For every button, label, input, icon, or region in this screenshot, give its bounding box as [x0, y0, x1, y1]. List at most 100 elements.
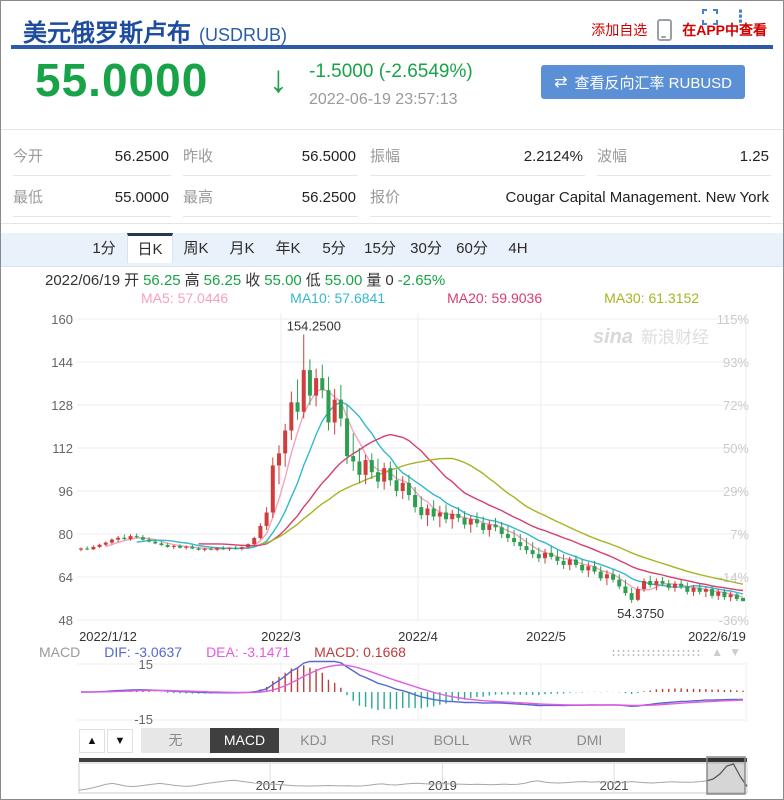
axis-label: 64 — [59, 570, 73, 585]
indicator-down-button[interactable]: ▼ — [107, 729, 133, 753]
candle-body — [295, 402, 300, 412]
ohlc-date: 2022/06/19 — [45, 272, 121, 289]
quote-stats-table: 今开 56.2500 昨收 56.5000 振幅 2.2124% 波幅 1.25 最低 55.00… — [13, 135, 771, 217]
indicator-tab-无[interactable]: 无 — [141, 728, 210, 753]
navigator-selection[interactable] — [706, 756, 748, 795]
period-tab-周K[interactable]: 周K — [173, 233, 219, 265]
stat-波幅: 波幅 1.25 — [597, 135, 771, 176]
stat-value: 56.2500 — [114, 148, 169, 165]
period-tab-1分[interactable]: 1分 — [81, 233, 127, 265]
period-tab-月K[interactable]: 月K — [219, 233, 265, 265]
stat-昨收: 昨收 56.5000 — [183, 135, 358, 176]
macd-legend-item: DIF: -3.0637 — [104, 644, 183, 660]
indicator-tab-DMI[interactable]: DMI — [555, 728, 624, 753]
candles — [79, 334, 745, 603]
candle-body — [505, 534, 510, 539]
price-grid — [77, 313, 747, 621]
indicator-tab-KDJ[interactable]: KDJ — [279, 728, 348, 753]
candle-body — [604, 574, 609, 579]
candle-body — [672, 583, 677, 588]
ohlc-info-bar: 2022/06/19 开 56.25 高 56.25 收 55.00 低 55.00 量 0 -2.6… — [45, 269, 449, 290]
candle-body — [611, 574, 616, 580]
indicator-up-button[interactable]: ▲ — [79, 729, 105, 753]
axis-label: sina — [593, 326, 633, 348]
add-watchlist-link[interactable]: 添加自选 — [591, 20, 647, 40]
candle-body — [493, 524, 498, 528]
candle-body — [109, 539, 114, 543]
candle-body — [208, 548, 213, 550]
candle-body — [122, 537, 127, 540]
stat-value: 2.2124% — [523, 148, 583, 165]
candle-body — [728, 594, 733, 598]
candle-body — [400, 482, 405, 491]
axis-label: 2019 — [428, 778, 457, 793]
axis-label: 2022/3 — [261, 629, 301, 643]
ohlc-label: 收 — [245, 272, 261, 289]
period-tab-4H[interactable]: 4H — [495, 233, 541, 265]
candlestick-chart[interactable]: 160 115%144 93%128 72%112 50%96 29%80 7%64 -14%… — [1, 307, 784, 643]
macd-legend-item: MACD: 0.1668 — [314, 644, 406, 660]
reverse-rate-button[interactable]: ⇄ 查看反向汇率 RUBUSD — [541, 65, 745, 99]
usdrub-quote-page: 美元俄罗斯卢布 (USDRUB) 添加自选 在APP中查看 55.0000 ↓ -… — [0, 0, 784, 800]
candle-body — [116, 537, 121, 540]
stat-value: 56.2500 — [301, 189, 356, 206]
macd-chart[interactable]: 15 -15 — [1, 660, 784, 726]
candle-body — [153, 541, 158, 544]
period-tab-5分[interactable]: 5分 — [311, 233, 357, 265]
indicator-tab-MACD[interactable]: MACD — [210, 728, 279, 753]
ohlc-value: 55.00 — [324, 272, 363, 289]
stat-label: 振幅 — [370, 148, 401, 165]
candle-body — [314, 378, 319, 396]
stat-今开: 今开 56.2500 — [13, 135, 171, 176]
candle-body — [184, 546, 189, 548]
candle-body — [722, 591, 727, 598]
candle-body — [474, 519, 479, 524]
candle-body — [567, 559, 572, 565]
candle-body — [215, 547, 220, 550]
candle-body — [450, 513, 455, 520]
fullscreen-icon[interactable] — [702, 9, 718, 25]
candle-body — [270, 465, 275, 513]
candle-body — [419, 507, 424, 516]
candle-body — [357, 461, 362, 475]
stat-最高: 最高 56.2500 — [183, 176, 358, 217]
indicator-tab-BOLL[interactable]: BOLL — [417, 728, 486, 753]
stat-label: 最低 — [13, 189, 44, 206]
axis-label: -15 — [134, 712, 153, 726]
ma-legend-item: MA20: 59.9036 — [447, 290, 543, 306]
indicator-tab-WR[interactable]: WR — [486, 728, 555, 753]
price-change-block: -1.5000 (-2.6549%) 2022-06-19 23:57:13 — [309, 61, 473, 109]
more-options-icon[interactable]: ⋮ — [732, 8, 749, 25]
sina-watermark: sina 新浪财经 — [593, 326, 709, 348]
period-tab-30分[interactable]: 30分 — [403, 233, 449, 265]
panel-collapse-icons[interactable]: ▲▼ — [711, 645, 747, 659]
indicator-tab-RSI[interactable]: RSI — [348, 728, 417, 753]
ma-legend-item: MA10: 57.6841 — [290, 290, 386, 306]
candle-body — [140, 537, 145, 540]
stat-value: Cougar Capital Management. New York — [505, 189, 769, 206]
candle-body — [283, 430, 288, 454]
candle-body — [679, 583, 684, 587]
history-navigator[interactable]: 2017 2019 2021 — [1, 754, 784, 798]
page-title: 美元俄罗斯卢布 (USDRUB) — [23, 13, 287, 48]
period-tab-60分[interactable]: 60分 — [449, 233, 495, 265]
ohlc-value: 0 — [385, 272, 394, 289]
candle-body — [382, 468, 387, 482]
candle-body — [413, 495, 418, 508]
candle-body — [147, 539, 152, 542]
panel-resize-handle[interactable] — [611, 649, 703, 658]
period-tab-年K[interactable]: 年K — [265, 233, 311, 265]
candle-body — [444, 512, 449, 520]
ohlc-label: 高 — [184, 272, 200, 289]
stat-label: 报价 — [370, 189, 401, 206]
period-tab-15分[interactable]: 15分 — [357, 233, 403, 265]
candle-body — [487, 524, 492, 530]
quote-timestamp: 2022-06-19 23:57:13 — [309, 91, 458, 108]
candle-body — [159, 543, 164, 546]
axis-label: 80 — [59, 527, 73, 542]
candle-body — [710, 589, 715, 596]
candle-body — [530, 550, 535, 555]
axis-label: -36% — [719, 613, 750, 628]
candle-body — [177, 545, 182, 548]
period-tab-日K[interactable]: 日K — [127, 233, 173, 263]
